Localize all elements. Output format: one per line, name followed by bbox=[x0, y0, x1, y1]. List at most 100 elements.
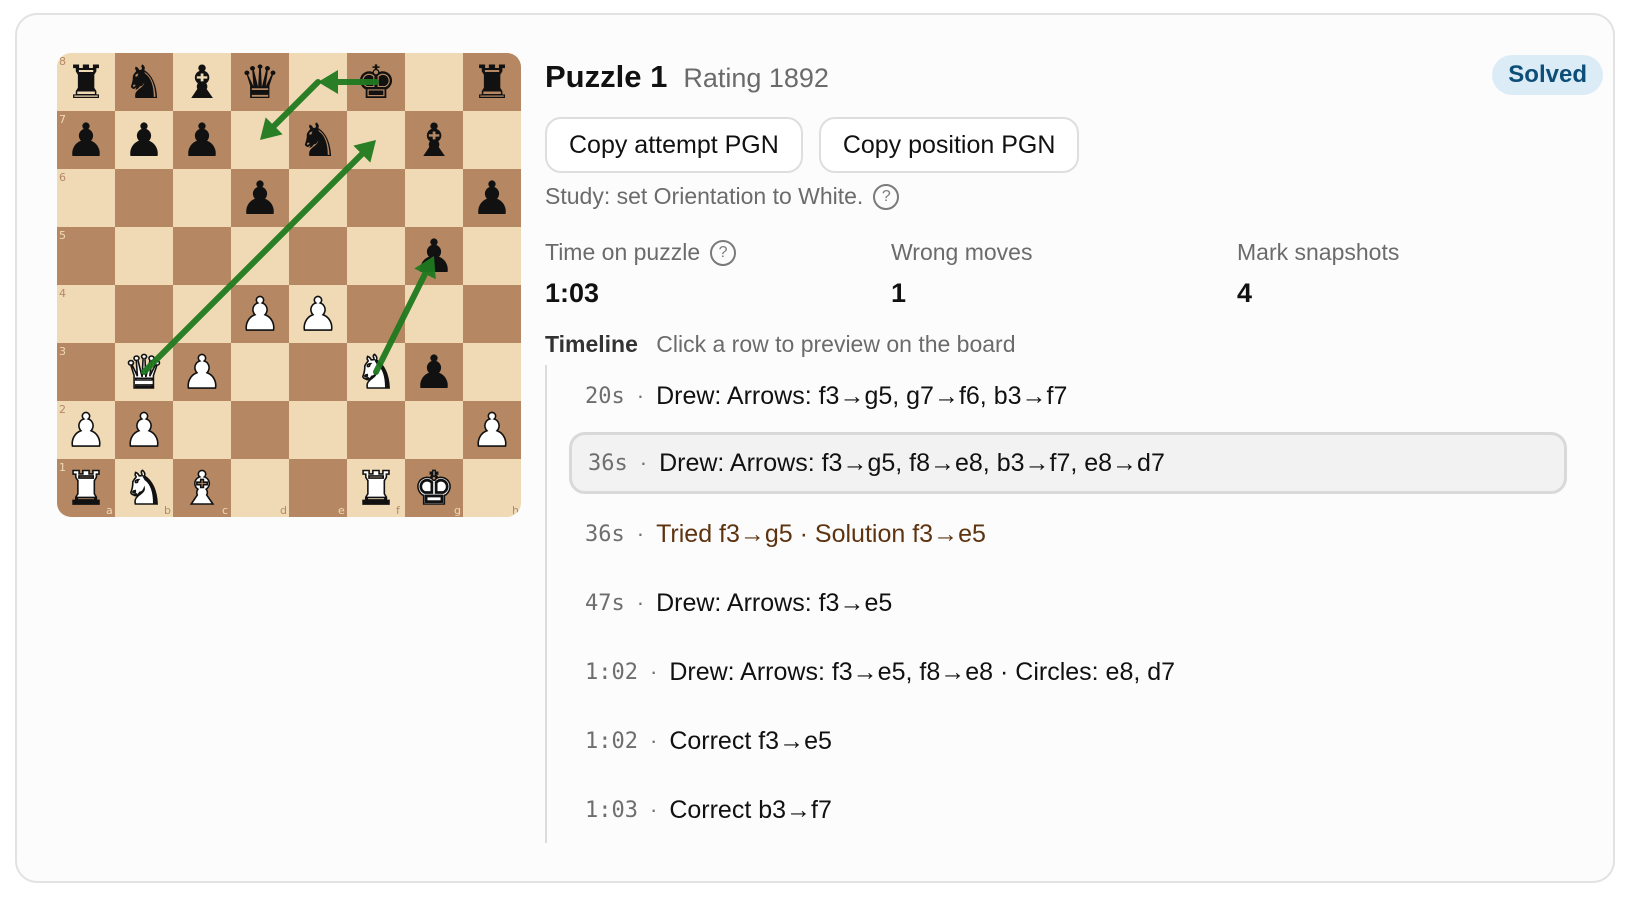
square-b4[interactable] bbox=[115, 285, 173, 343]
timeline-row[interactable]: 36s · Tried f3→g5 · Solution f3→e5 bbox=[569, 503, 1567, 565]
timeline-row-time: 36s bbox=[588, 450, 628, 476]
black-queen-icon[interactable]: ♛ bbox=[239, 55, 280, 109]
timeline-row-time: 20s bbox=[585, 383, 625, 409]
square-d2[interactable] bbox=[231, 401, 289, 459]
title-row: Puzzle 1 Rating 1892 bbox=[545, 59, 829, 99]
black-pawn-icon[interactable]: ♟ bbox=[239, 171, 280, 225]
rank-label: 6 bbox=[59, 171, 66, 184]
square-h7[interactable] bbox=[463, 111, 521, 169]
file-label: h bbox=[512, 504, 519, 517]
black-pawn-icon[interactable]: ♟ bbox=[123, 113, 164, 167]
file-label: d bbox=[280, 504, 287, 517]
stat-time-value: 1:03 bbox=[545, 278, 600, 308]
timeline-row-text: Drew: Arrows: f3→e5 bbox=[656, 588, 893, 617]
black-pawn-icon[interactable]: ♟ bbox=[471, 171, 512, 225]
timeline-row-text: Correct b3→f7 bbox=[669, 795, 832, 824]
timeline-row[interactable]: 1:02 · Drew: Arrows: f3→e5, f8→e8 · Circ… bbox=[569, 641, 1567, 703]
puzzle-rating: Rating 1892 bbox=[683, 63, 829, 93]
separator-dot: · bbox=[636, 383, 645, 408]
white-rook-icon[interactable]: ♜ bbox=[65, 460, 108, 516]
black-knight-icon[interactable]: ♞ bbox=[297, 113, 338, 167]
copy-attempt-pgn-button[interactable]: Copy attempt PGN bbox=[545, 117, 803, 173]
study-hint-text: Study: set Orientation to White. bbox=[545, 183, 864, 209]
timeline-row-time: 1:03 bbox=[585, 797, 638, 823]
chess-board-svg[interactable]: 87654321abcdefgh♜♞♝♛♚♜♟♟♟♞♝♟♟♟♟♟♛♟♞♟♟♟♟♜… bbox=[57, 53, 521, 517]
timeline-row-selected[interactable]: 36s · Drew: Arrows: f3→g5, f8→e8, b3→f7,… bbox=[569, 432, 1567, 494]
file-label: g bbox=[454, 504, 461, 517]
square-f5[interactable] bbox=[347, 227, 405, 285]
puzzle-title: Puzzle 1 bbox=[545, 59, 668, 94]
black-rook-icon[interactable]: ♜ bbox=[471, 55, 512, 109]
timeline-row-time: 36s bbox=[585, 521, 625, 547]
white-pawn-icon[interactable]: ♟ bbox=[471, 402, 514, 458]
timeline-row[interactable]: 1:03 · Correct b3→f7 bbox=[569, 779, 1567, 841]
square-b5[interactable] bbox=[115, 227, 173, 285]
square-h4[interactable] bbox=[463, 285, 521, 343]
file-label: a bbox=[106, 504, 113, 517]
timeline-row[interactable]: 47s · Drew: Arrows: f3→e5 bbox=[569, 572, 1567, 634]
question-circle-icon[interactable]: ? bbox=[710, 239, 737, 266]
rank-label: 3 bbox=[59, 345, 66, 358]
separator-dot: · bbox=[636, 521, 645, 546]
square-e5[interactable] bbox=[289, 227, 347, 285]
timeline-hint: Click a row to preview on the board bbox=[656, 331, 1016, 357]
black-bishop-icon[interactable]: ♝ bbox=[181, 55, 222, 109]
stat-time-label-row: Time on puzzle ? bbox=[545, 239, 737, 266]
black-bishop-icon[interactable]: ♝ bbox=[413, 113, 454, 167]
white-rook-icon[interactable]: ♜ bbox=[355, 460, 398, 516]
separator-dot: · bbox=[649, 728, 658, 753]
black-pawn-icon[interactable]: ♟ bbox=[181, 113, 222, 167]
study-hint: Study: set Orientation to White. ? bbox=[545, 183, 900, 210]
square-f6[interactable] bbox=[347, 169, 405, 227]
white-pawn-icon[interactable]: ♟ bbox=[297, 286, 340, 342]
stat-wrong-label: Wrong moves bbox=[891, 239, 1033, 265]
stat-mark-snapshots: Mark snapshots 4 bbox=[1237, 239, 1399, 309]
square-g8[interactable] bbox=[405, 53, 463, 111]
timeline-row[interactable]: 20s · Drew: Arrows: f3→g5, g7→f6, b3→f7 bbox=[569, 365, 1567, 427]
timeline-row-time: 1:02 bbox=[585, 659, 638, 685]
stat-snapshots-label: Mark snapshots bbox=[1237, 239, 1400, 265]
square-d3[interactable] bbox=[231, 343, 289, 401]
square-b6[interactable] bbox=[115, 169, 173, 227]
square-h3[interactable] bbox=[463, 343, 521, 401]
white-pawn-icon[interactable]: ♟ bbox=[239, 286, 282, 342]
square-e2[interactable] bbox=[289, 401, 347, 459]
square-c6[interactable] bbox=[173, 169, 231, 227]
chess-board[interactable]: 87654321abcdefgh♜♞♝♛♚♜♟♟♟♞♝♟♟♟♟♟♛♟♞♟♟♟♟♜… bbox=[57, 53, 521, 517]
white-pawn-icon[interactable]: ♟ bbox=[65, 402, 108, 458]
white-bishop-icon[interactable]: ♝ bbox=[181, 460, 224, 516]
square-c5[interactable] bbox=[173, 227, 231, 285]
file-label: e bbox=[338, 504, 345, 517]
timeline-row[interactable]: 1:02 · Correct f3→e5 bbox=[569, 710, 1567, 772]
white-knight-icon[interactable]: ♞ bbox=[123, 460, 166, 516]
file-label: b bbox=[164, 504, 171, 517]
square-h5[interactable] bbox=[463, 227, 521, 285]
stat-wrong-value: 1 bbox=[891, 278, 907, 308]
timeline-row-text: Drew: Arrows: f3→e5, f8→e8 · Circles: e8… bbox=[669, 657, 1176, 686]
stat-wrong-moves: Wrong moves 1 bbox=[891, 239, 1032, 309]
black-pawn-icon[interactable]: ♟ bbox=[65, 113, 106, 167]
square-e3[interactable] bbox=[289, 343, 347, 401]
square-f2[interactable] bbox=[347, 401, 405, 459]
puzzle-card: 87654321abcdefgh♜♞♝♛♚♜♟♟♟♞♝♟♟♟♟♟♛♟♞♟♟♟♟♜… bbox=[15, 13, 1615, 883]
timeline-row-text: Drew: Arrows: f3→g5, f8→e8, b3→f7, e8→d7 bbox=[659, 448, 1165, 477]
white-pawn-icon[interactable]: ♟ bbox=[181, 344, 224, 400]
square-c2[interactable] bbox=[173, 401, 231, 459]
timeline-list: 20s · Drew: Arrows: f3→g5, g7→f6, b3→f7 … bbox=[545, 365, 1577, 843]
white-pawn-icon[interactable]: ♟ bbox=[123, 402, 166, 458]
timeline-row-time: 47s bbox=[585, 590, 625, 616]
timeline-row-time: 1:02 bbox=[585, 728, 638, 754]
status-badge: Solved bbox=[1492, 55, 1603, 95]
black-knight-icon[interactable]: ♞ bbox=[123, 55, 164, 109]
black-pawn-icon[interactable]: ♟ bbox=[413, 345, 454, 399]
rank-label: 4 bbox=[59, 287, 66, 300]
question-circle-icon[interactable]: ? bbox=[873, 183, 900, 210]
timeline-row-text: Correct f3→e5 bbox=[669, 726, 832, 755]
separator-dot: · bbox=[649, 659, 658, 684]
separator-dot: · bbox=[639, 450, 648, 475]
copy-position-pgn-button[interactable]: Copy position PGN bbox=[818, 117, 1080, 173]
square-g2[interactable] bbox=[405, 401, 463, 459]
white-king-icon[interactable]: ♚ bbox=[413, 460, 456, 516]
square-g6[interactable] bbox=[405, 169, 463, 227]
black-rook-icon[interactable]: ♜ bbox=[65, 55, 106, 109]
